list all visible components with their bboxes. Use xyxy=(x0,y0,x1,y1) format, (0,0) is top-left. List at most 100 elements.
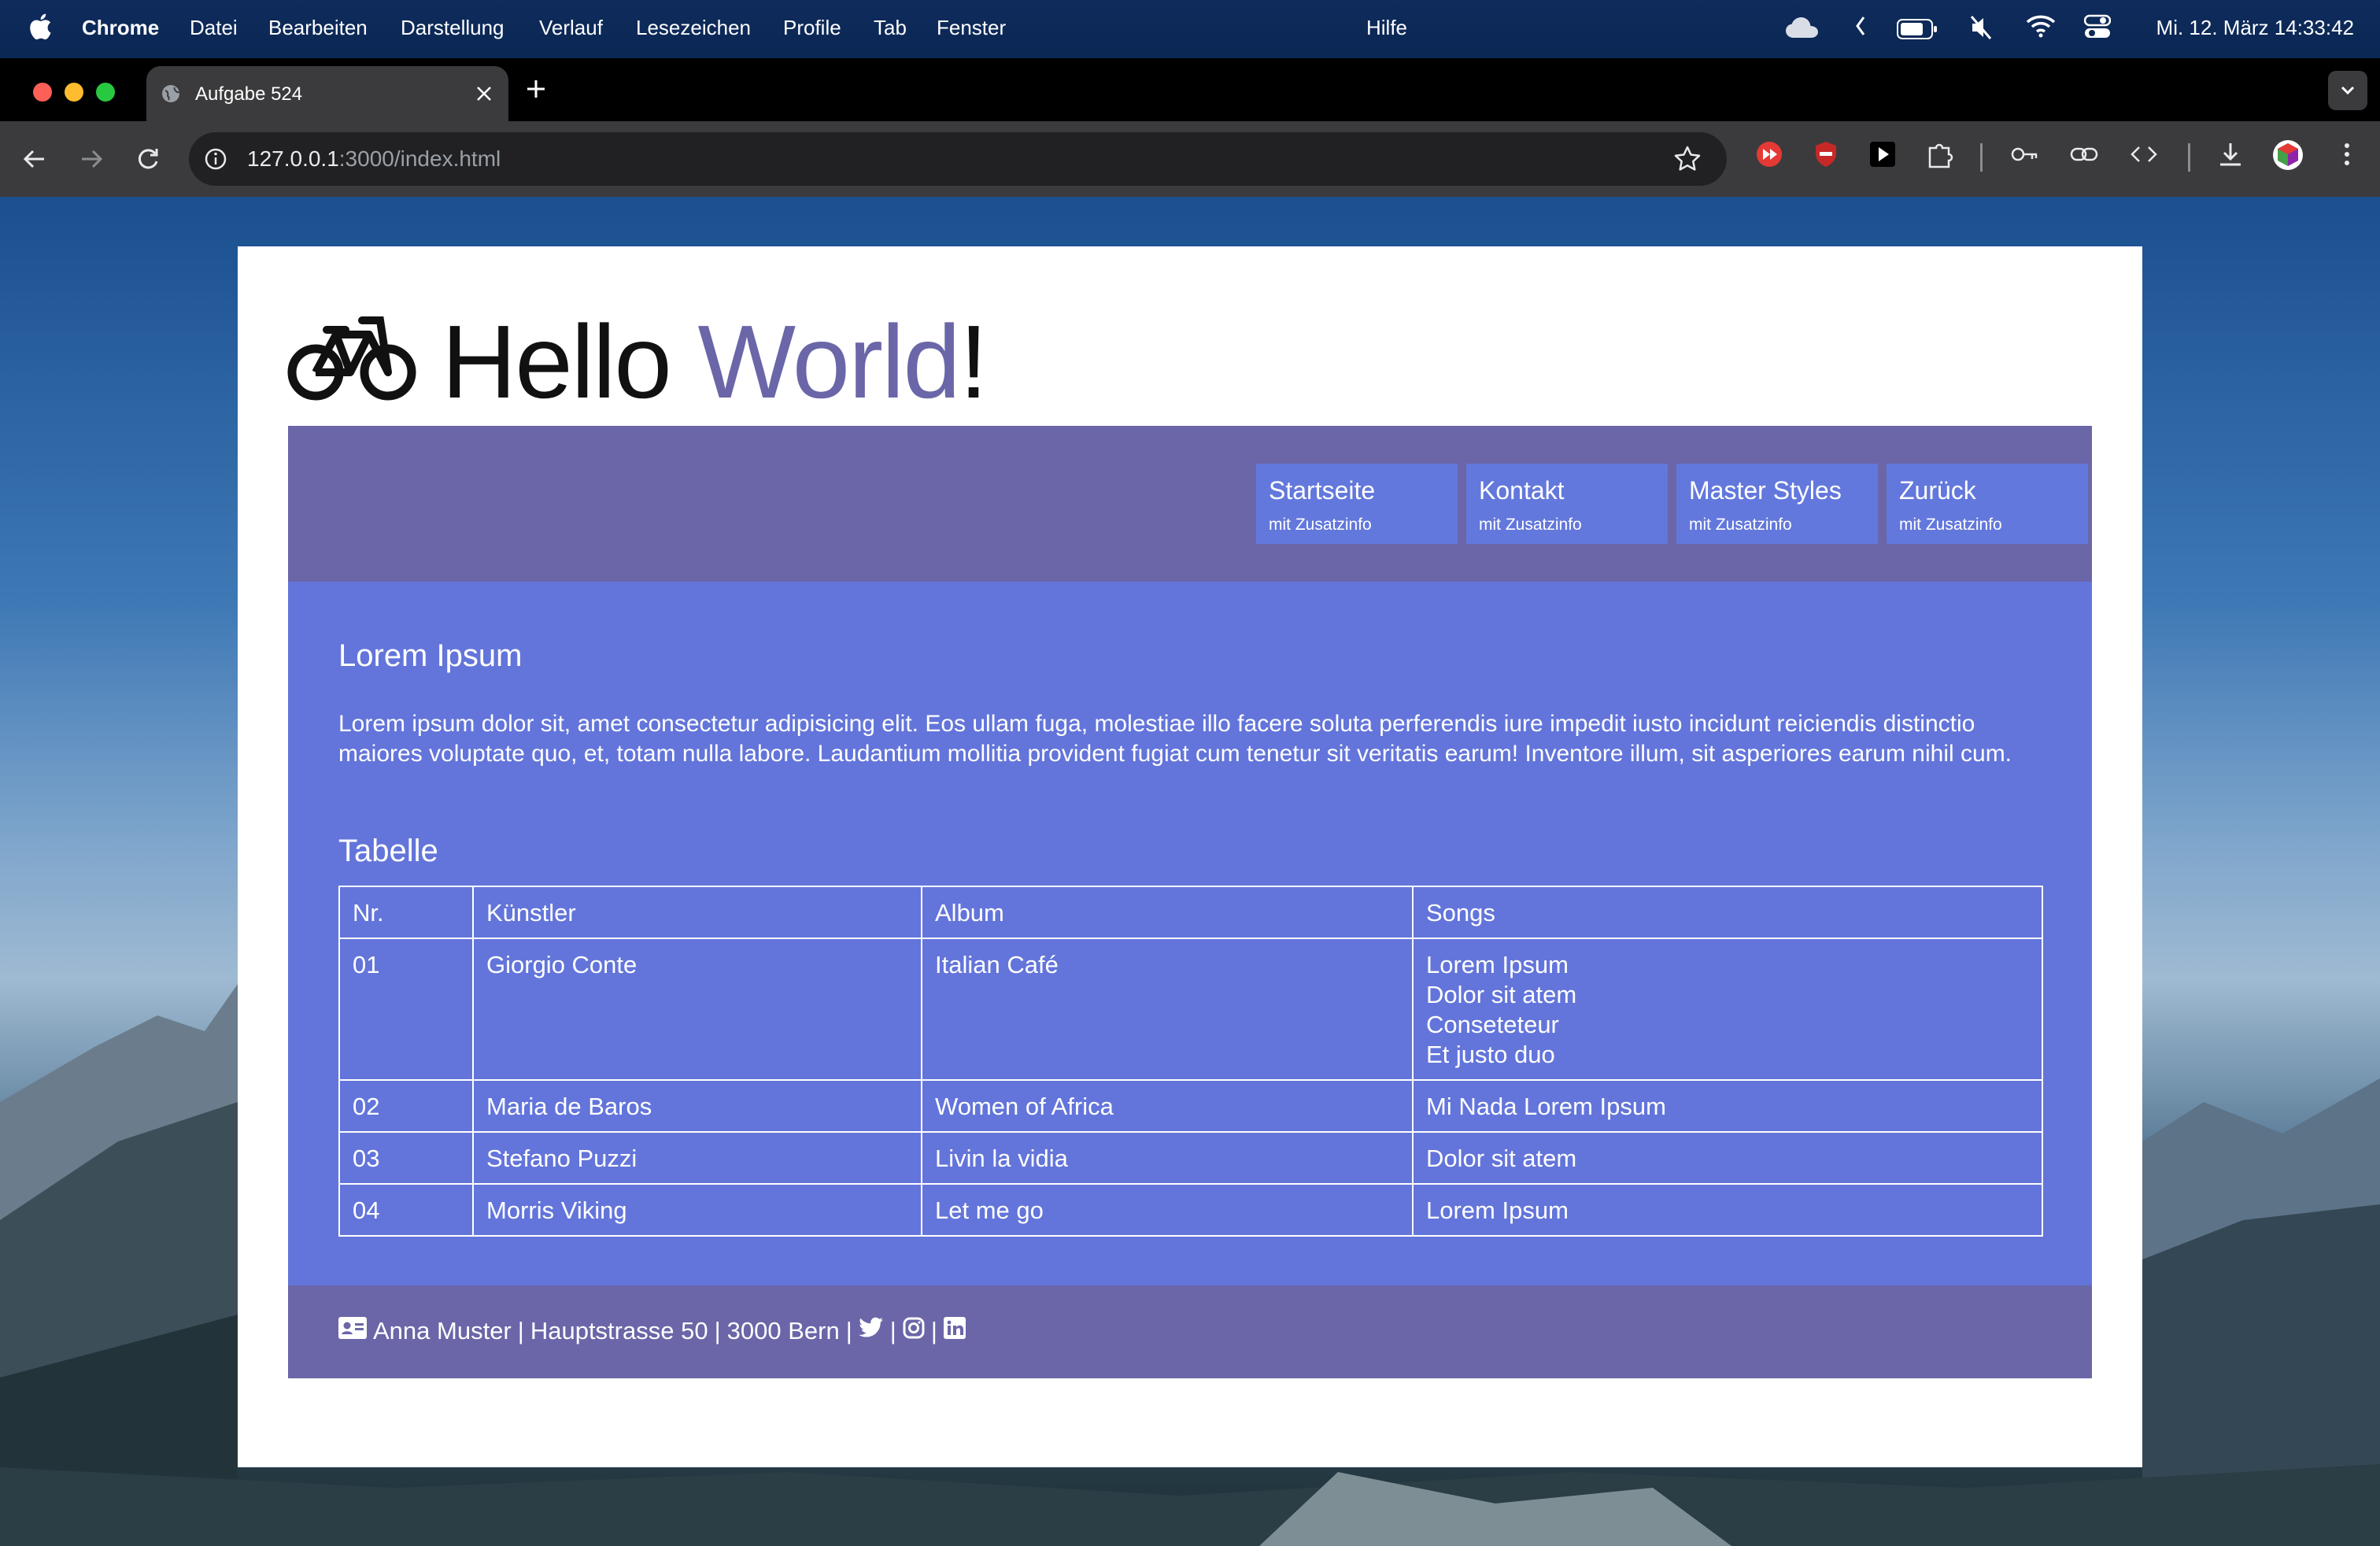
minimize-window-button[interactable] xyxy=(65,83,83,102)
zoom-window-button[interactable] xyxy=(96,83,115,102)
code-icon[interactable] xyxy=(2128,139,2160,174)
adblock-shield-icon[interactable] xyxy=(1810,139,1842,174)
cell-artist: Giorgio Conte xyxy=(472,938,922,1081)
menu-fenster[interactable]: Fenster xyxy=(937,16,1006,40)
cell-album: Let me go xyxy=(921,1183,1414,1237)
cell-nr: 01 xyxy=(338,938,474,1081)
menu-app-name[interactable]: Chrome xyxy=(82,16,159,40)
globe-icon xyxy=(161,83,181,104)
new-tab-button[interactable] xyxy=(526,71,546,107)
toolbar-divider-2 xyxy=(2188,143,2191,176)
section-title: Lorem Ipsum xyxy=(338,638,523,673)
cell-songs: Lorem Ipsum xyxy=(1412,1183,2043,1237)
bookmark-star-icon[interactable] xyxy=(1672,143,1703,179)
url-host: 127.0.0.1 xyxy=(247,146,339,171)
nav-kontakt[interactable]: Kontakt mit Zusatzinfo xyxy=(1466,464,1668,544)
intro-paragraph: Lorem ipsum dolor sit, amet consectetur … xyxy=(338,711,2012,767)
title-world: World xyxy=(697,304,960,420)
address-card-icon xyxy=(338,1317,367,1345)
control-center-icon[interactable] xyxy=(2083,14,2112,45)
nav-label: Kontakt xyxy=(1479,476,1565,505)
nav-label: Master Styles xyxy=(1689,476,1842,505)
wifi-icon[interactable] xyxy=(2026,14,2056,43)
tab-search-button[interactable] xyxy=(2328,71,2367,110)
footer-separator: | xyxy=(714,1317,721,1344)
download-icon[interactable] xyxy=(2215,139,2246,174)
page-footer: Anna Muster | Hauptstrasse 50 | 3000 Ber… xyxy=(288,1285,2092,1378)
browser-window: Aufgabe 524 127.0.0.1:3000/index.html xyxy=(0,58,2380,197)
extensions-puzzle-icon[interactable] xyxy=(1924,139,1955,174)
cell-nr: 02 xyxy=(338,1079,474,1133)
browser-tab-active[interactable]: Aufgabe 524 xyxy=(146,66,508,121)
nav-master-styles[interactable]: Master Styles mit Zusatzinfo xyxy=(1676,464,1878,544)
page-title: Hello World! xyxy=(442,303,989,421)
link-icon[interactable] xyxy=(2068,139,2100,174)
reload-icon[interactable] xyxy=(131,142,165,176)
menu-datei[interactable]: Datei xyxy=(190,16,238,40)
menu-hilfe[interactable]: Hilfe xyxy=(1366,16,1407,40)
chevron-left-icon[interactable] xyxy=(1854,14,1867,43)
main-content: Lorem Ipsum Lorem ipsum dolor sit, amet … xyxy=(288,582,2092,1285)
mute-icon[interactable] xyxy=(1969,14,1993,46)
column-header-nr: Nr. xyxy=(338,886,474,939)
nav-startseite[interactable]: Startseite mit Zusatzinfo xyxy=(1256,464,1458,544)
footer-separator: | xyxy=(930,1317,937,1344)
instagram-icon[interactable] xyxy=(903,1317,925,1345)
menu-verlauf[interactable]: Verlauf xyxy=(539,16,603,40)
menu-bearbeiten[interactable]: Bearbeiten xyxy=(268,16,368,40)
key-icon[interactable] xyxy=(2009,139,2040,174)
cell-artist: Maria de Baros xyxy=(472,1079,922,1133)
twitter-icon[interactable] xyxy=(858,1317,884,1345)
menubar-clock[interactable]: Mi. 12. März 14:33:42 xyxy=(2156,16,2354,40)
table-row: 03 Stefano Puzzi Livin la vidia Dolor si… xyxy=(338,1131,2043,1185)
back-arrow-icon[interactable] xyxy=(17,142,52,176)
song-item: Lorem Ipsum xyxy=(1426,951,1569,978)
menu-tab[interactable]: Tab xyxy=(874,16,907,40)
cell-nr: 04 xyxy=(338,1183,474,1237)
column-header-songs: Songs xyxy=(1412,886,2043,939)
play-extension-icon[interactable] xyxy=(1867,139,1898,174)
nav-label: Startseite xyxy=(1269,476,1376,505)
address-bar[interactable]: 127.0.0.1:3000/index.html xyxy=(189,132,1727,186)
table-row: 04 Morris Viking Let me go Lorem Ipsum xyxy=(338,1183,2043,1237)
song-item: Dolor sit atem xyxy=(1426,981,1577,1008)
songs-table: Nr. Künstler Album Songs 01 Giorgio Cont… xyxy=(338,886,2043,1237)
chevron-down-icon xyxy=(2341,86,2355,95)
footer-name: Anna Muster xyxy=(373,1317,512,1344)
song-item: Mi Nada Lorem Ipsum xyxy=(1426,1093,1666,1120)
song-item: Dolor sit atem xyxy=(1426,1145,1577,1172)
main-navigation: Startseite mit Zusatzinfo Kontakt mit Zu… xyxy=(288,426,2092,582)
footer-street: Hauptstrasse 50 xyxy=(530,1317,708,1344)
table-header-row: Nr. Künstler Album Songs xyxy=(338,886,2043,939)
title-hello: Hello xyxy=(442,304,698,420)
cell-artist: Stefano Puzzi xyxy=(472,1131,922,1185)
menu-lesezeichen[interactable]: Lesezeichen xyxy=(636,16,751,40)
title-exclamation: ! xyxy=(959,304,989,420)
linkedin-icon[interactable] xyxy=(943,1317,966,1345)
apple-icon[interactable] xyxy=(28,13,52,46)
icloud-icon[interactable] xyxy=(1785,17,1820,43)
site-info-icon[interactable] xyxy=(203,146,228,176)
song-item: Et justo duo xyxy=(1426,1041,1555,1068)
url-text[interactable]: 127.0.0.1:3000/index.html xyxy=(247,146,501,172)
battery-icon[interactable] xyxy=(1897,19,1938,45)
extension-red-icon[interactable] xyxy=(1754,139,1785,174)
profile-avatar[interactable] xyxy=(2271,139,2304,176)
nav-sublabel: mit Zusatzinfo xyxy=(1899,516,2002,534)
cell-album: Women of Africa xyxy=(921,1079,1414,1133)
cell-artist: Morris Viking xyxy=(472,1183,922,1237)
nav-zurueck[interactable]: Zurück mit Zusatzinfo xyxy=(1887,464,2088,544)
page-card: Hello World! Startseite mit Zusatzinfo K… xyxy=(238,246,2142,1467)
forward-arrow-icon[interactable] xyxy=(74,142,109,176)
macos-menubar: Chrome Datei Bearbeiten Darstellung Verl… xyxy=(0,0,2380,58)
more-menu-icon[interactable] xyxy=(2331,139,2363,174)
cell-nr: 03 xyxy=(338,1131,474,1185)
menu-darstellung[interactable]: Darstellung xyxy=(401,16,504,40)
tab-strip: Aufgabe 524 xyxy=(0,58,2380,121)
table-row: 02 Maria de Baros Women of Africa Mi Nad… xyxy=(338,1079,2043,1133)
song-item: Lorem Ipsum xyxy=(1426,1196,1569,1224)
close-window-button[interactable] xyxy=(33,83,52,102)
tab-close-icon[interactable] xyxy=(475,77,493,109)
cell-songs: Lorem Ipsum Dolor sit atem Conseteteur E… xyxy=(1412,938,2043,1081)
menu-profile[interactable]: Profile xyxy=(783,16,841,40)
